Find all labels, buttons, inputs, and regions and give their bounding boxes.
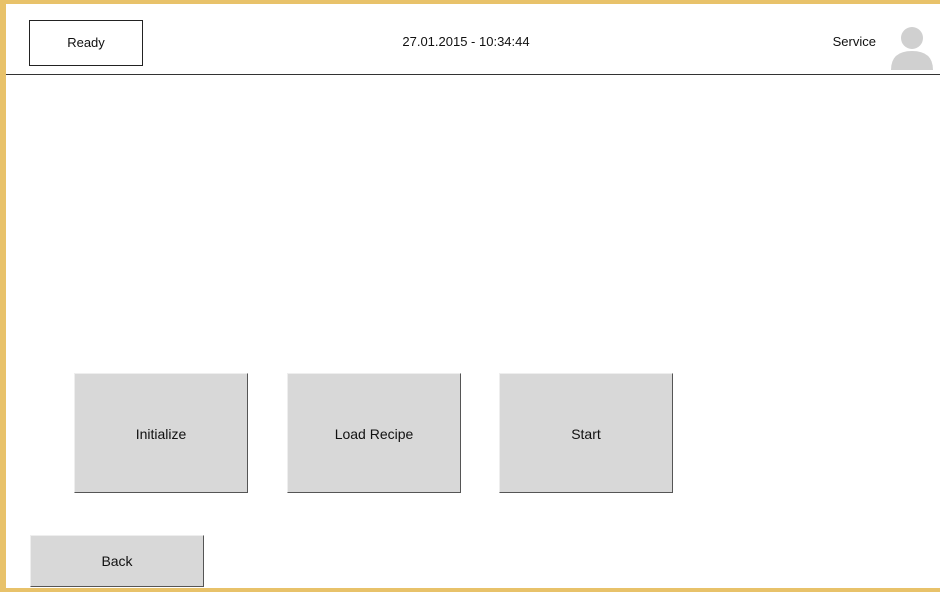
load-recipe-button[interactable]: Load Recipe bbox=[287, 373, 461, 493]
status-indicator: Ready bbox=[29, 20, 143, 66]
user-avatar-icon[interactable] bbox=[889, 24, 935, 70]
user-name-label[interactable]: Service bbox=[833, 34, 876, 49]
start-button[interactable]: Start bbox=[499, 373, 673, 493]
app-window: Ready 27.01.2015 - 10:34:44 Service Init… bbox=[0, 0, 940, 592]
date-time-display: 27.01.2015 - 10:34:44 bbox=[402, 34, 530, 49]
user-avatar-icon-graphic bbox=[891, 27, 933, 70]
header-bar: Ready 27.01.2015 - 10:34:44 Service bbox=[6, 4, 940, 75]
initialize-button[interactable]: Initialize bbox=[74, 373, 248, 493]
back-button[interactable]: Back bbox=[30, 535, 204, 587]
